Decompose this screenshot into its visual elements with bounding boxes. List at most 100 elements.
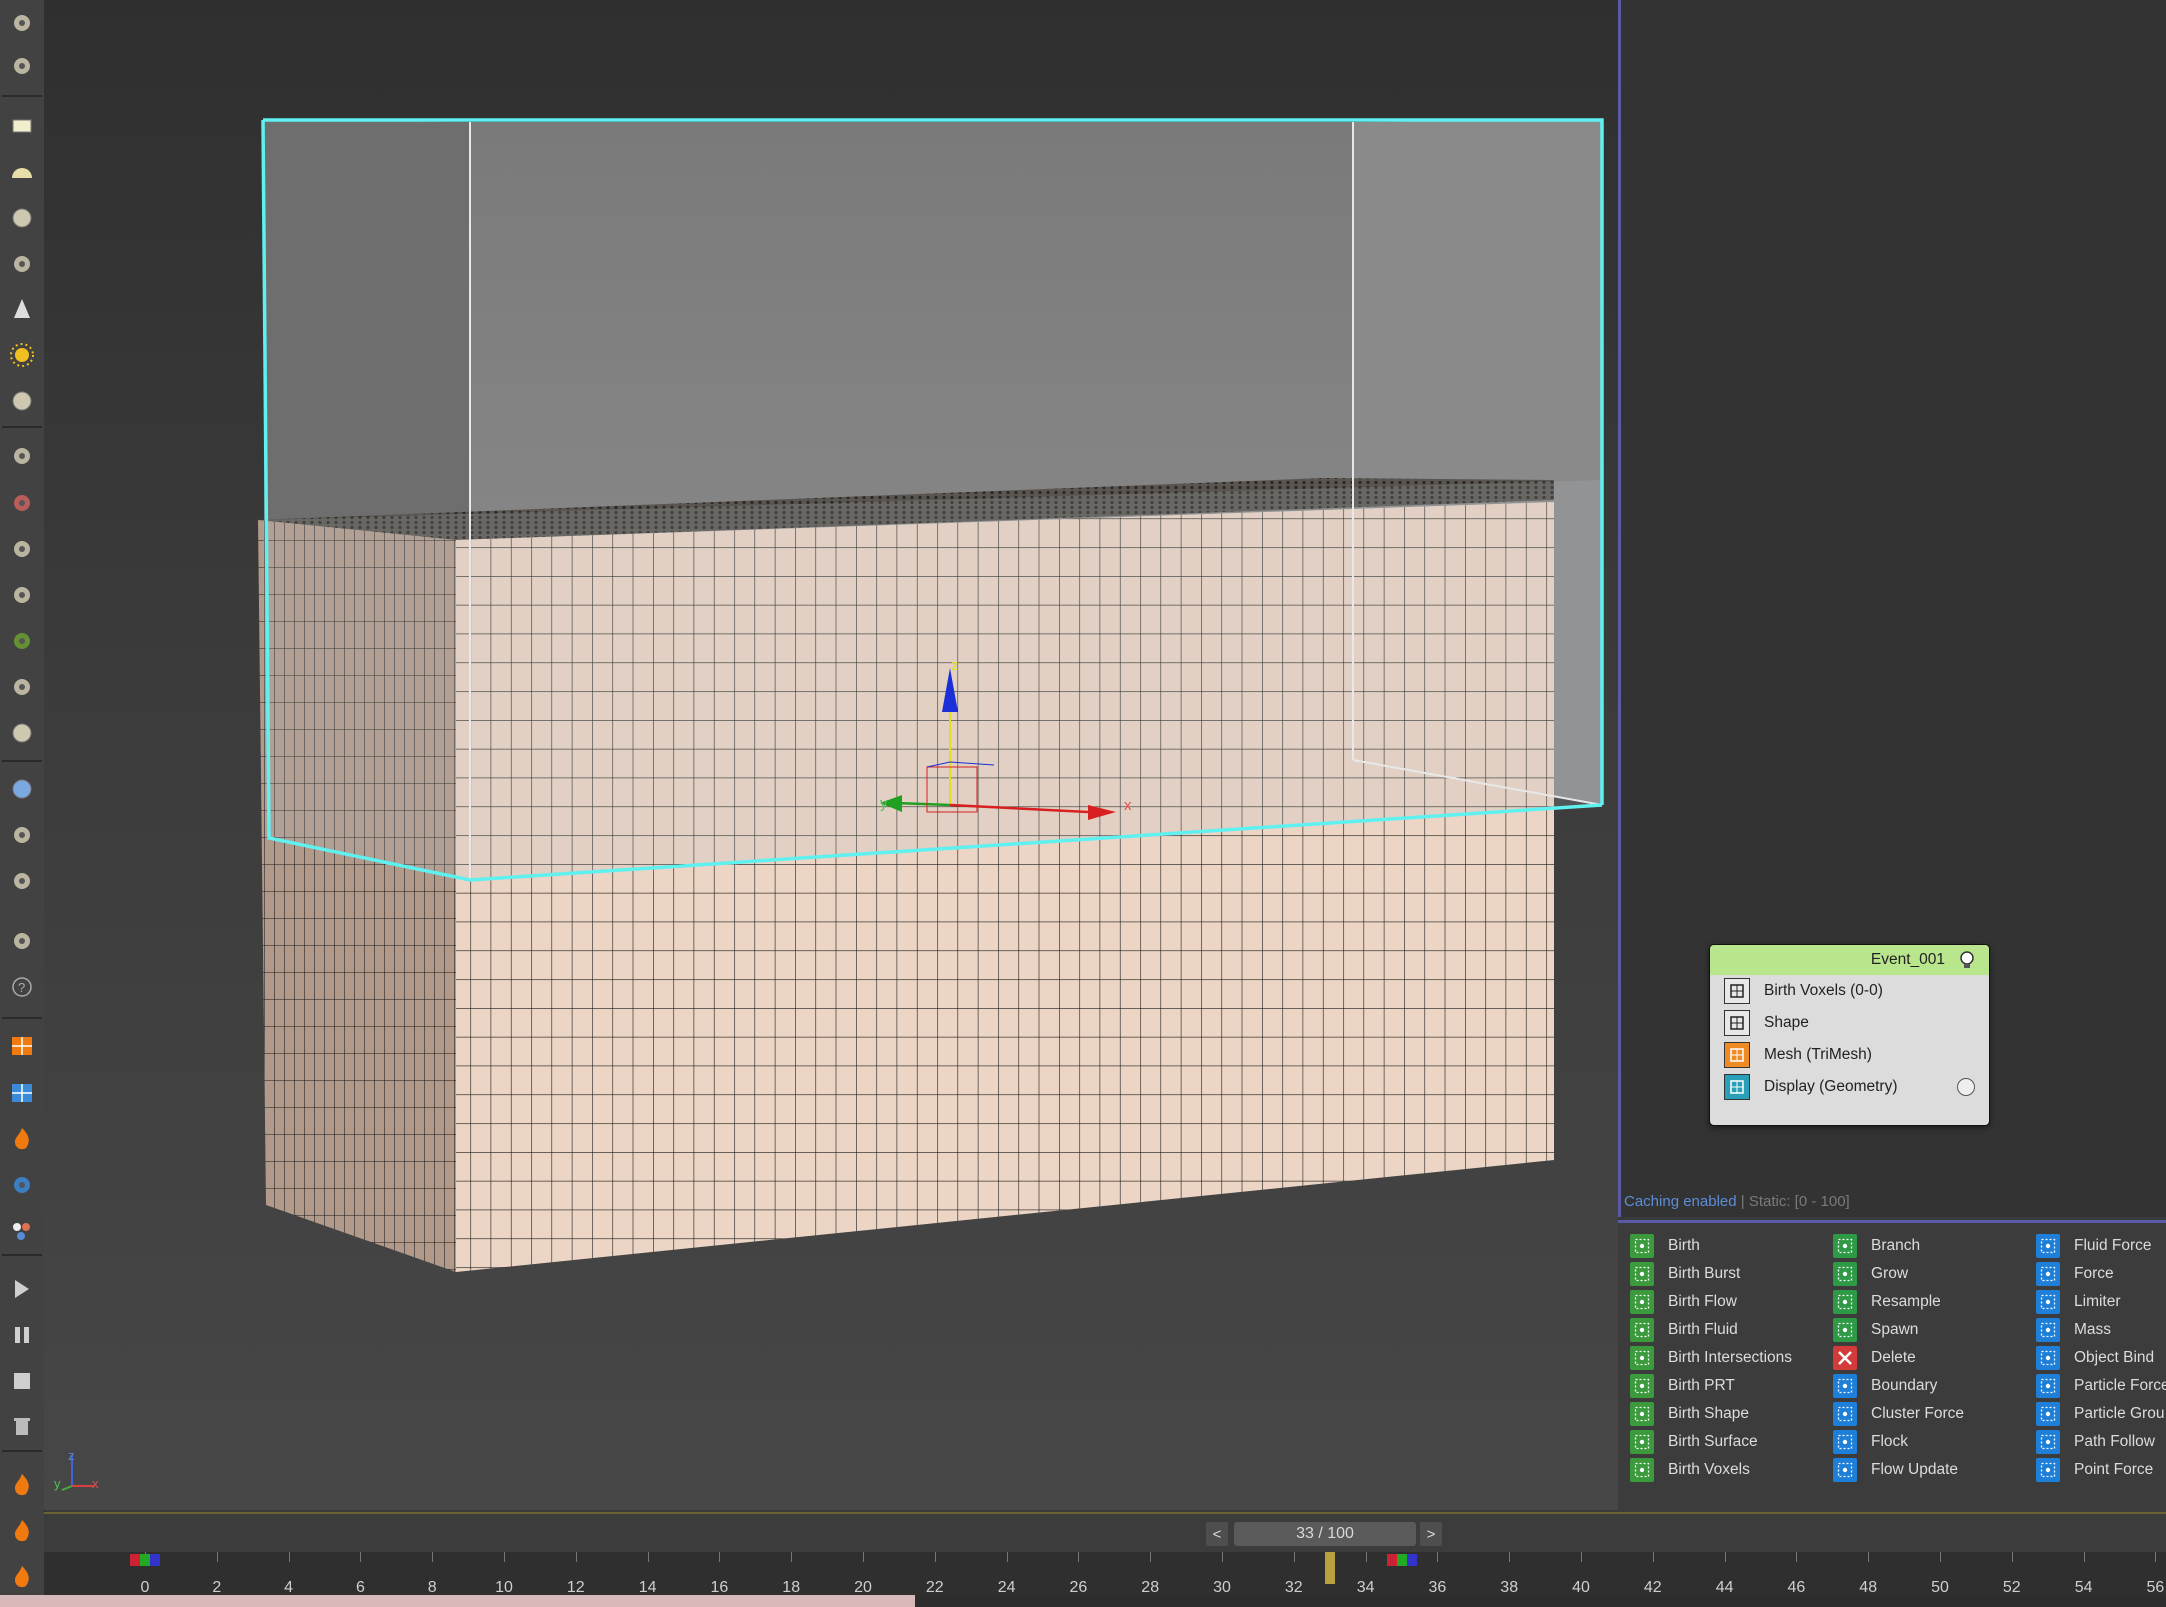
event-header[interactable]: Event_001 (1710, 945, 1989, 975)
teapot-icon[interactable] (7, 249, 37, 279)
depot-operator[interactable]: Flock (1833, 1429, 1908, 1455)
time-slider-handle[interactable] (1324, 1552, 1335, 1584)
operator-label: Birth Burst (1668, 1265, 1741, 1282)
sun-icon[interactable] (7, 340, 37, 370)
tick-mark (1868, 1552, 1870, 1562)
event-operator[interactable]: Display (Geometry) (1710, 1071, 1989, 1103)
tick-mark (432, 1552, 434, 1562)
event-operator[interactable]: Shape (1710, 1007, 1989, 1039)
scatter-icon[interactable] (7, 820, 37, 850)
keyframe-marker[interactable] (1386, 1554, 1417, 1566)
timeline[interactable]: < 33 / 100 > 0 2 4 6 8 10 12 14 16 18 20 22 24 26 28 30… (44, 1512, 2166, 1597)
tick-mark (288, 1552, 290, 1562)
plane-icon[interactable] (7, 111, 37, 141)
blue-grid-icon[interactable] (7, 1078, 37, 1108)
operator-icon (1630, 1430, 1654, 1454)
depot-operator[interactable]: Birth (1630, 1233, 1700, 1259)
plant-icon[interactable] (7, 626, 37, 656)
depot-operator[interactable]: Birth Voxels (1630, 1457, 1750, 1483)
depot-operator[interactable]: Cluster Force (1833, 1401, 1964, 1427)
grid-particles-icon[interactable] (7, 441, 37, 471)
depot-operator[interactable]: Mass (2036, 1317, 2111, 1343)
operator-depot: Birth Birth Burst Birth Flow Birth Fluid Bir… (1618, 1220, 2166, 1515)
tick-mark (719, 1552, 721, 1562)
depot-operator[interactable]: Point Force (2036, 1457, 2153, 1483)
operator-label: Mass (2074, 1321, 2112, 1338)
cone-icon[interactable] (7, 294, 37, 324)
trash-icon[interactable] (7, 1412, 37, 1442)
depot-operator[interactable]: Birth Intersections (1630, 1345, 1792, 1371)
depot-operator[interactable]: Birth Shape (1630, 1401, 1749, 1427)
object-list-icon[interactable] (7, 926, 37, 956)
event-node[interactable]: Event_001 Birth Voxels (0-0) Shape Mesh (T… (1709, 944, 1990, 1126)
depot-operator[interactable]: Branch (1833, 1233, 1920, 1259)
water-icon[interactable] (7, 1170, 37, 1200)
3d-viewport[interactable]: z x y z x y (44, 0, 1618, 1510)
gear-globe-icon[interactable] (7, 580, 37, 610)
operator-label: Point Force (2074, 1461, 2154, 1478)
play-icon[interactable] (7, 1274, 37, 1304)
depot-operator[interactable]: Fluid Force (2036, 1233, 2152, 1259)
depot-operator[interactable]: Birth Burst (1630, 1261, 1740, 1287)
flame-icon[interactable] (7, 1470, 37, 1500)
brush-icon[interactable] (7, 1562, 37, 1592)
operator-label: Flow Update (1871, 1461, 1959, 1478)
depot-operator[interactable]: Grow (1833, 1261, 1908, 1287)
horse-icon[interactable] (7, 672, 37, 702)
tripod-z: z (68, 1448, 75, 1463)
operator-icon (1630, 1318, 1654, 1342)
stop-icon[interactable] (7, 1366, 37, 1396)
half-sphere-icon[interactable] (7, 157, 37, 187)
bubbles-icon[interactable] (7, 1216, 37, 1246)
operator-label: Resample (1871, 1293, 1941, 1310)
flame-alt-icon[interactable] (7, 1516, 37, 1546)
pause-icon[interactable] (7, 1320, 37, 1350)
depot-operator[interactable]: Force (2036, 1261, 2114, 1287)
gizmo-y-label: y (880, 795, 888, 812)
tick-mark (575, 1552, 577, 1562)
depot-operator[interactable]: Path Follow (2036, 1429, 2155, 1455)
event-operator[interactable]: Birth Voxels (0-0) (1710, 975, 1989, 1007)
time-ruler[interactable]: 0 2 4 6 8 10 12 14 16 18 20 22 24 26 28 30 32 34 36 38 40 42 4… (44, 1552, 2166, 1597)
globe-icon[interactable] (7, 774, 37, 804)
depot-operator[interactable]: Resample (1833, 1289, 1941, 1315)
operator-icon (2036, 1458, 2060, 1482)
frame-counter[interactable]: 33 / 100 (1234, 1522, 1416, 1546)
display-toggle-radio[interactable] (1957, 1078, 1975, 1096)
depot-operator[interactable]: Birth Surface (1630, 1429, 1758, 1455)
operator-label: Cluster Force (1871, 1405, 1965, 1422)
keyframe-marker[interactable] (130, 1554, 160, 1566)
depot-operator[interactable]: Delete (1833, 1345, 1916, 1371)
prev-frame-button[interactable]: < (1206, 1522, 1228, 1546)
operator-icon (1833, 1262, 1857, 1286)
fire-icon[interactable] (7, 1124, 37, 1154)
event-operator[interactable]: Mesh (TriMesh) (1710, 1039, 1989, 1071)
orange-tool-icon[interactable] (7, 1031, 37, 1061)
help-icon[interactable]: ? (7, 972, 37, 1002)
depot-operator[interactable]: Limiter (2036, 1289, 2121, 1315)
depot-operator[interactable]: Birth Fluid (1630, 1317, 1738, 1343)
depot-operator[interactable]: Birth PRT (1630, 1373, 1735, 1399)
sphere-icon[interactable] (7, 203, 37, 233)
dna-icon[interactable] (7, 488, 37, 518)
depot-operator[interactable]: Spawn (1833, 1317, 1918, 1343)
undo-icon[interactable] (7, 8, 37, 38)
tick-mark (504, 1552, 505, 1562)
depot-operator[interactable]: Flow Update (1833, 1457, 1958, 1483)
camera-globe-icon[interactable] (7, 866, 37, 896)
next-frame-button[interactable]: > (1420, 1522, 1442, 1546)
spray-icon[interactable] (7, 534, 37, 564)
depot-operator[interactable]: Birth Flow (1630, 1289, 1737, 1315)
shell-icon[interactable] (7, 718, 37, 748)
depot-operator[interactable]: Particle Grou (2036, 1401, 2164, 1427)
depot-operator[interactable]: Object Bind (2036, 1345, 2154, 1371)
voxel-grid-icon (1724, 978, 1750, 1004)
lightbulb-icon[interactable] (1957, 950, 1977, 970)
depot-operator[interactable]: Boundary (1833, 1373, 1937, 1399)
caching-status: Caching enabled (1624, 1193, 1737, 1210)
operator-label: Particle Grou (2074, 1405, 2165, 1422)
sphere-small-icon[interactable] (7, 386, 37, 416)
depot-operator[interactable]: Particle Force (2036, 1373, 2166, 1399)
film-icon[interactable] (7, 51, 37, 81)
operator-icon (2036, 1290, 2060, 1314)
